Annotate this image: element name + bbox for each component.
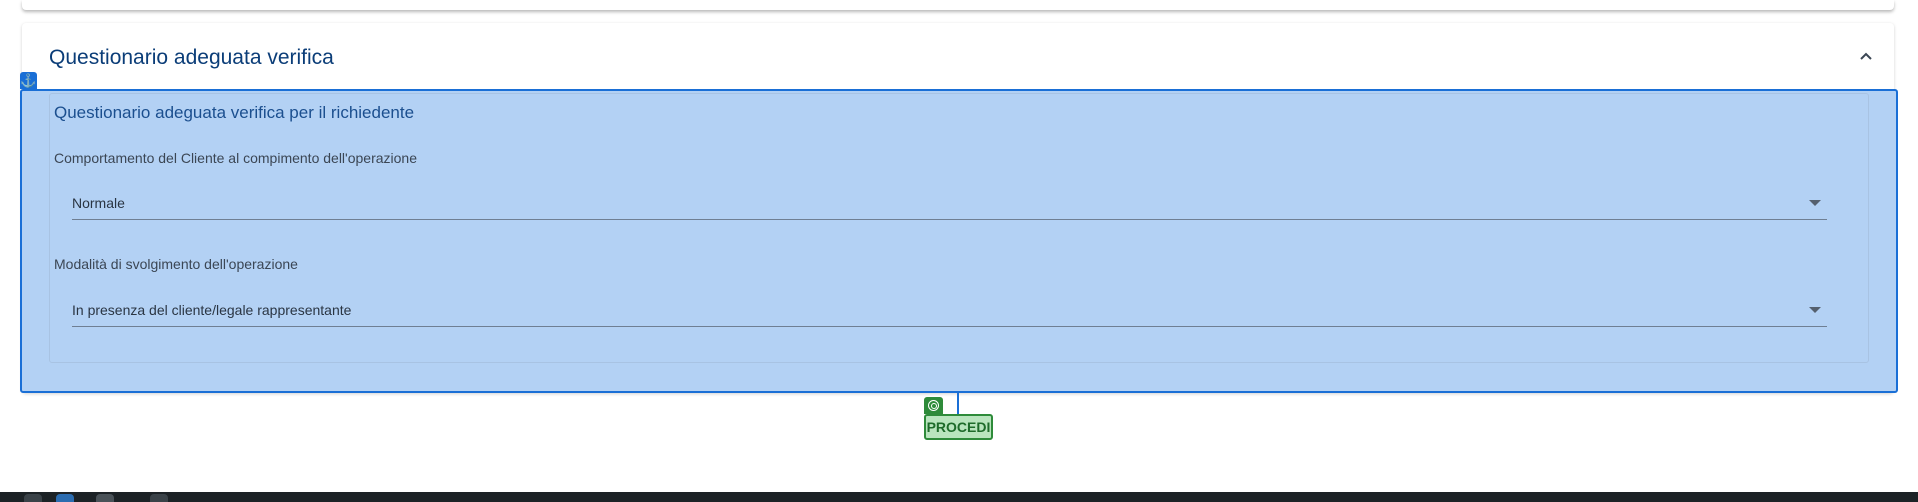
select-value: In presenza del cliente/legale rappresen… — [72, 302, 352, 318]
field-label-comportamento: Comportamento del Cliente al compimento … — [54, 150, 417, 166]
select-value: Normale — [72, 195, 125, 211]
previous-card — [22, 0, 1894, 10]
chevron-up-icon[interactable] — [1858, 48, 1874, 64]
section-title: Questionario adeguata verifica per il ri… — [54, 103, 415, 122]
connector-line — [957, 393, 959, 415]
modalita-select[interactable]: In presenza del cliente/legale rappresen… — [72, 299, 1827, 327]
field-label-modalita: Modalità di svolgimento dell'operazione — [54, 256, 298, 272]
procedi-button[interactable]: PROCEDI — [924, 414, 993, 440]
taskbar-icon[interactable] — [56, 494, 74, 502]
dropdown-arrow-icon — [1809, 200, 1821, 206]
anchor-icon: ⚓ — [20, 72, 37, 89]
taskbar-icon[interactable] — [96, 494, 114, 502]
dropdown-arrow-icon — [1809, 307, 1821, 313]
target-icon — [924, 397, 943, 414]
panel-title: Questionario adeguata verifica — [49, 46, 334, 69]
taskbar — [0, 492, 1918, 502]
taskbar-icon[interactable] — [24, 494, 42, 502]
comportamento-select[interactable]: Normale — [72, 192, 1827, 220]
taskbar-icon[interactable] — [150, 494, 168, 502]
